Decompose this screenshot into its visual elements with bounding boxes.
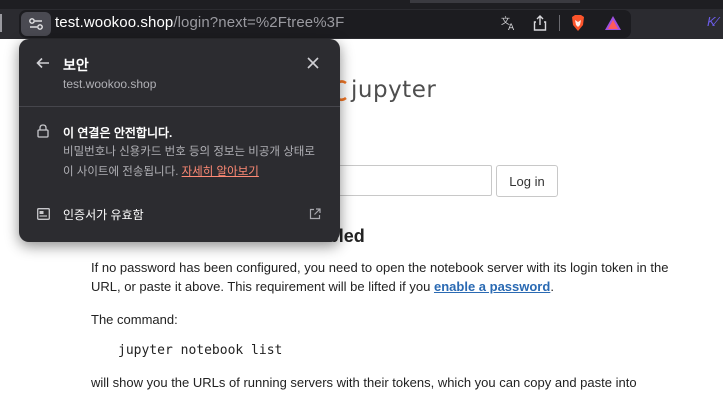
certificate-valid-item[interactable]: 인증서가 유효함: [63, 206, 144, 223]
browser-tab-strip: [0, 0, 723, 9]
certificate-icon: [37, 207, 50, 225]
instructions-text: If no password has been configured, you …: [91, 260, 669, 294]
corner-text: K∕: [707, 14, 718, 29]
lock-icon: [37, 124, 49, 143]
urls-paragraph: will show you the URLs of running server…: [91, 375, 637, 390]
jupyter-logo-text: jupyter: [351, 77, 437, 103]
instructions-end: .: [550, 279, 554, 294]
connection-status-title: 이 연결은 안전합니다.: [63, 126, 173, 140]
enable-password-link[interactable]: enable a password: [434, 279, 550, 294]
tune-icon: [29, 18, 43, 30]
connection-description: 비밀번호나 신용카드 번호 등의 정보는 비공개 상태로 이 사이트에 전송됩니…: [63, 142, 333, 182]
url-path: /login?next=%2Ftree%3F: [173, 14, 345, 31]
back-arrow-icon[interactable]: [36, 56, 50, 75]
share-icon[interactable]: [531, 14, 549, 32]
site-info-button[interactable]: [21, 12, 51, 36]
brave-rewards-icon[interactable]: [603, 14, 623, 32]
connection-desc-text: 이 사이트에 전송됩니다.: [63, 166, 182, 178]
url-host: test.wookoo.shop: [55, 14, 174, 31]
tab-indicator: [410, 0, 580, 3]
instructions-paragraph: If no password has been configured, you …: [91, 258, 681, 296]
command-code: jupyter notebook list: [118, 343, 283, 358]
brave-shields-icon[interactable]: [569, 14, 587, 32]
jupyter-logo[interactable]: jupyter: [333, 77, 436, 103]
security-popup: 보안 test.wookoo.shop 이 연결은 안전합니다. 비밀번호나 신…: [19, 39, 340, 242]
svg-text:A: A: [508, 23, 515, 31]
popup-title: 보안: [63, 57, 89, 73]
login-button[interactable]: Log in: [496, 165, 558, 197]
translate-icon[interactable]: 文A: [500, 14, 518, 32]
learn-more-link[interactable]: 자세히 알아보기: [182, 166, 259, 178]
url-text[interactable]: test.wookoo.shop/login?next=%2Ftree%3F: [55, 14, 344, 31]
connection-desc-line-2: 이 사이트에 전송됩니다. 자세히 알아보기: [63, 162, 333, 182]
external-link-icon[interactable]: [309, 207, 321, 225]
popup-site: test.wookoo.shop: [63, 77, 157, 91]
command-label: The command:: [91, 312, 178, 327]
sidebar-toggle-icon[interactable]: [0, 14, 3, 32]
popup-divider: [19, 106, 340, 107]
toolbar-divider: [559, 15, 560, 31]
connection-desc-line-1: 비밀번호나 신용카드 번호 등의 정보는 비공개 상태로: [63, 146, 315, 158]
close-icon[interactable]: [307, 56, 319, 74]
password-input[interactable]: [330, 165, 492, 196]
